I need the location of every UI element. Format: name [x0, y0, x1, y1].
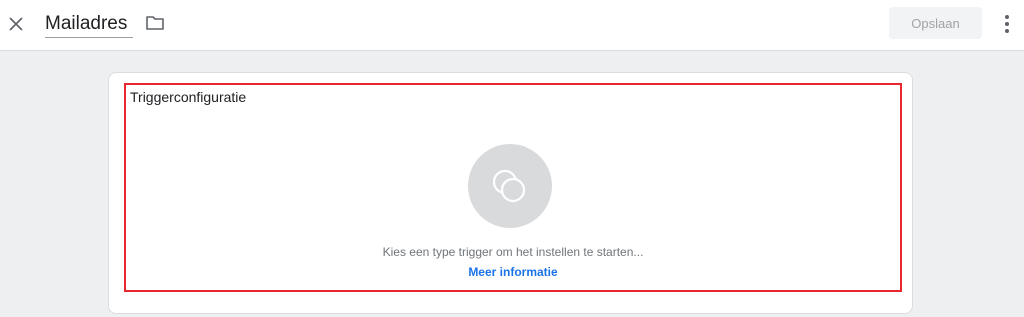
more-vert-icon — [1005, 15, 1009, 19]
trigger-name-field[interactable]: Mailadres — [45, 10, 133, 38]
save-button[interactable]: Opslaan — [889, 7, 982, 39]
close-icon — [9, 17, 23, 31]
choose-trigger-type-button[interactable] — [468, 144, 552, 228]
more-options-button[interactable] — [998, 12, 1016, 36]
trigger-name: Mailadres — [45, 13, 128, 34]
trigger-type-icon — [492, 169, 526, 203]
trigger-hint-text: Kies een type trigger om het instellen t… — [382, 245, 644, 259]
card-title: Triggerconfiguratie — [130, 89, 247, 105]
learn-more-link[interactable]: Meer informatie — [124, 265, 902, 279]
top-bar: Mailadres Opslaan — [0, 0, 1024, 51]
close-button[interactable] — [4, 12, 28, 36]
folder-button[interactable] — [145, 14, 165, 32]
folder-icon — [146, 16, 164, 30]
